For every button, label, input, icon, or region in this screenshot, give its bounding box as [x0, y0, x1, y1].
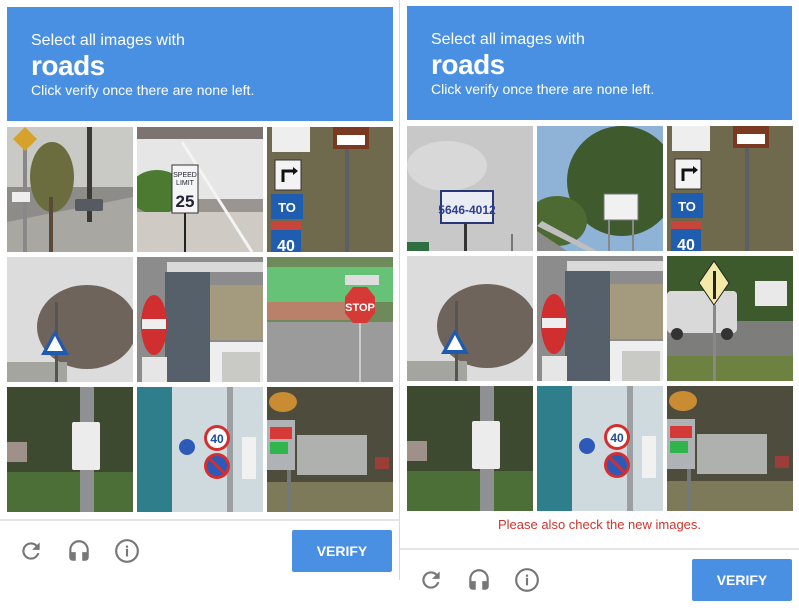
image-tile-6[interactable] [267, 257, 393, 382]
image-tile-9[interactable] [267, 387, 393, 512]
image-tile-4[interactable] [407, 256, 533, 381]
image-tile-7[interactable] [7, 387, 133, 512]
image-tile-3[interactable] [667, 126, 793, 251]
image-tile-2[interactable] [537, 126, 663, 251]
image-tile-3[interactable] [267, 127, 393, 252]
audio-headphones-icon[interactable] [66, 538, 92, 564]
audio-headphones-icon[interactable] [466, 567, 492, 593]
instruction-keyword: roads [431, 49, 505, 80]
image-tile-6[interactable] [667, 256, 793, 381]
captcha-panel-updated: Select all images with roads Click verif… [400, 0, 799, 610]
error-message: Please also check the new images. [497, 517, 702, 532]
image-tile-1[interactable] [7, 127, 133, 252]
instructions-header: Select all images with roads Click verif… [7, 7, 393, 121]
verify-button[interactable]: VERIFY [692, 559, 792, 601]
instruction-hint: Click verify once there are none left. [31, 82, 255, 98]
image-tile-5[interactable] [137, 257, 263, 382]
verify-button[interactable]: VERIFY [292, 530, 392, 572]
info-icon[interactable] [114, 538, 140, 564]
reload-icon[interactable] [418, 567, 444, 593]
instruction-hint: Click verify once there are none left. [431, 81, 655, 97]
image-tile-8[interactable] [137, 387, 263, 512]
instruction-prefix: Select all images with [31, 32, 185, 49]
footer-icons [18, 538, 140, 564]
image-tile-7[interactable] [407, 386, 533, 511]
instruction-prefix: Select all images with [431, 31, 585, 48]
info-icon[interactable] [514, 567, 540, 593]
footer-divider [400, 548, 799, 550]
image-tile-4[interactable] [7, 257, 133, 382]
instruction-keyword: roads [31, 50, 105, 81]
image-tile-5[interactable] [537, 256, 663, 381]
instructions-header: Select all images with roads Click verif… [407, 6, 792, 120]
image-tile-9[interactable] [667, 386, 793, 511]
reload-icon[interactable] [18, 538, 44, 564]
footer-icons [418, 567, 540, 593]
image-tile-1[interactable] [407, 126, 533, 251]
image-tile-8[interactable] [537, 386, 663, 511]
image-tile-2[interactable] [137, 127, 263, 252]
captcha-panel-initial: Select all images with roads Click verif… [0, 0, 400, 610]
footer-divider [0, 519, 400, 521]
